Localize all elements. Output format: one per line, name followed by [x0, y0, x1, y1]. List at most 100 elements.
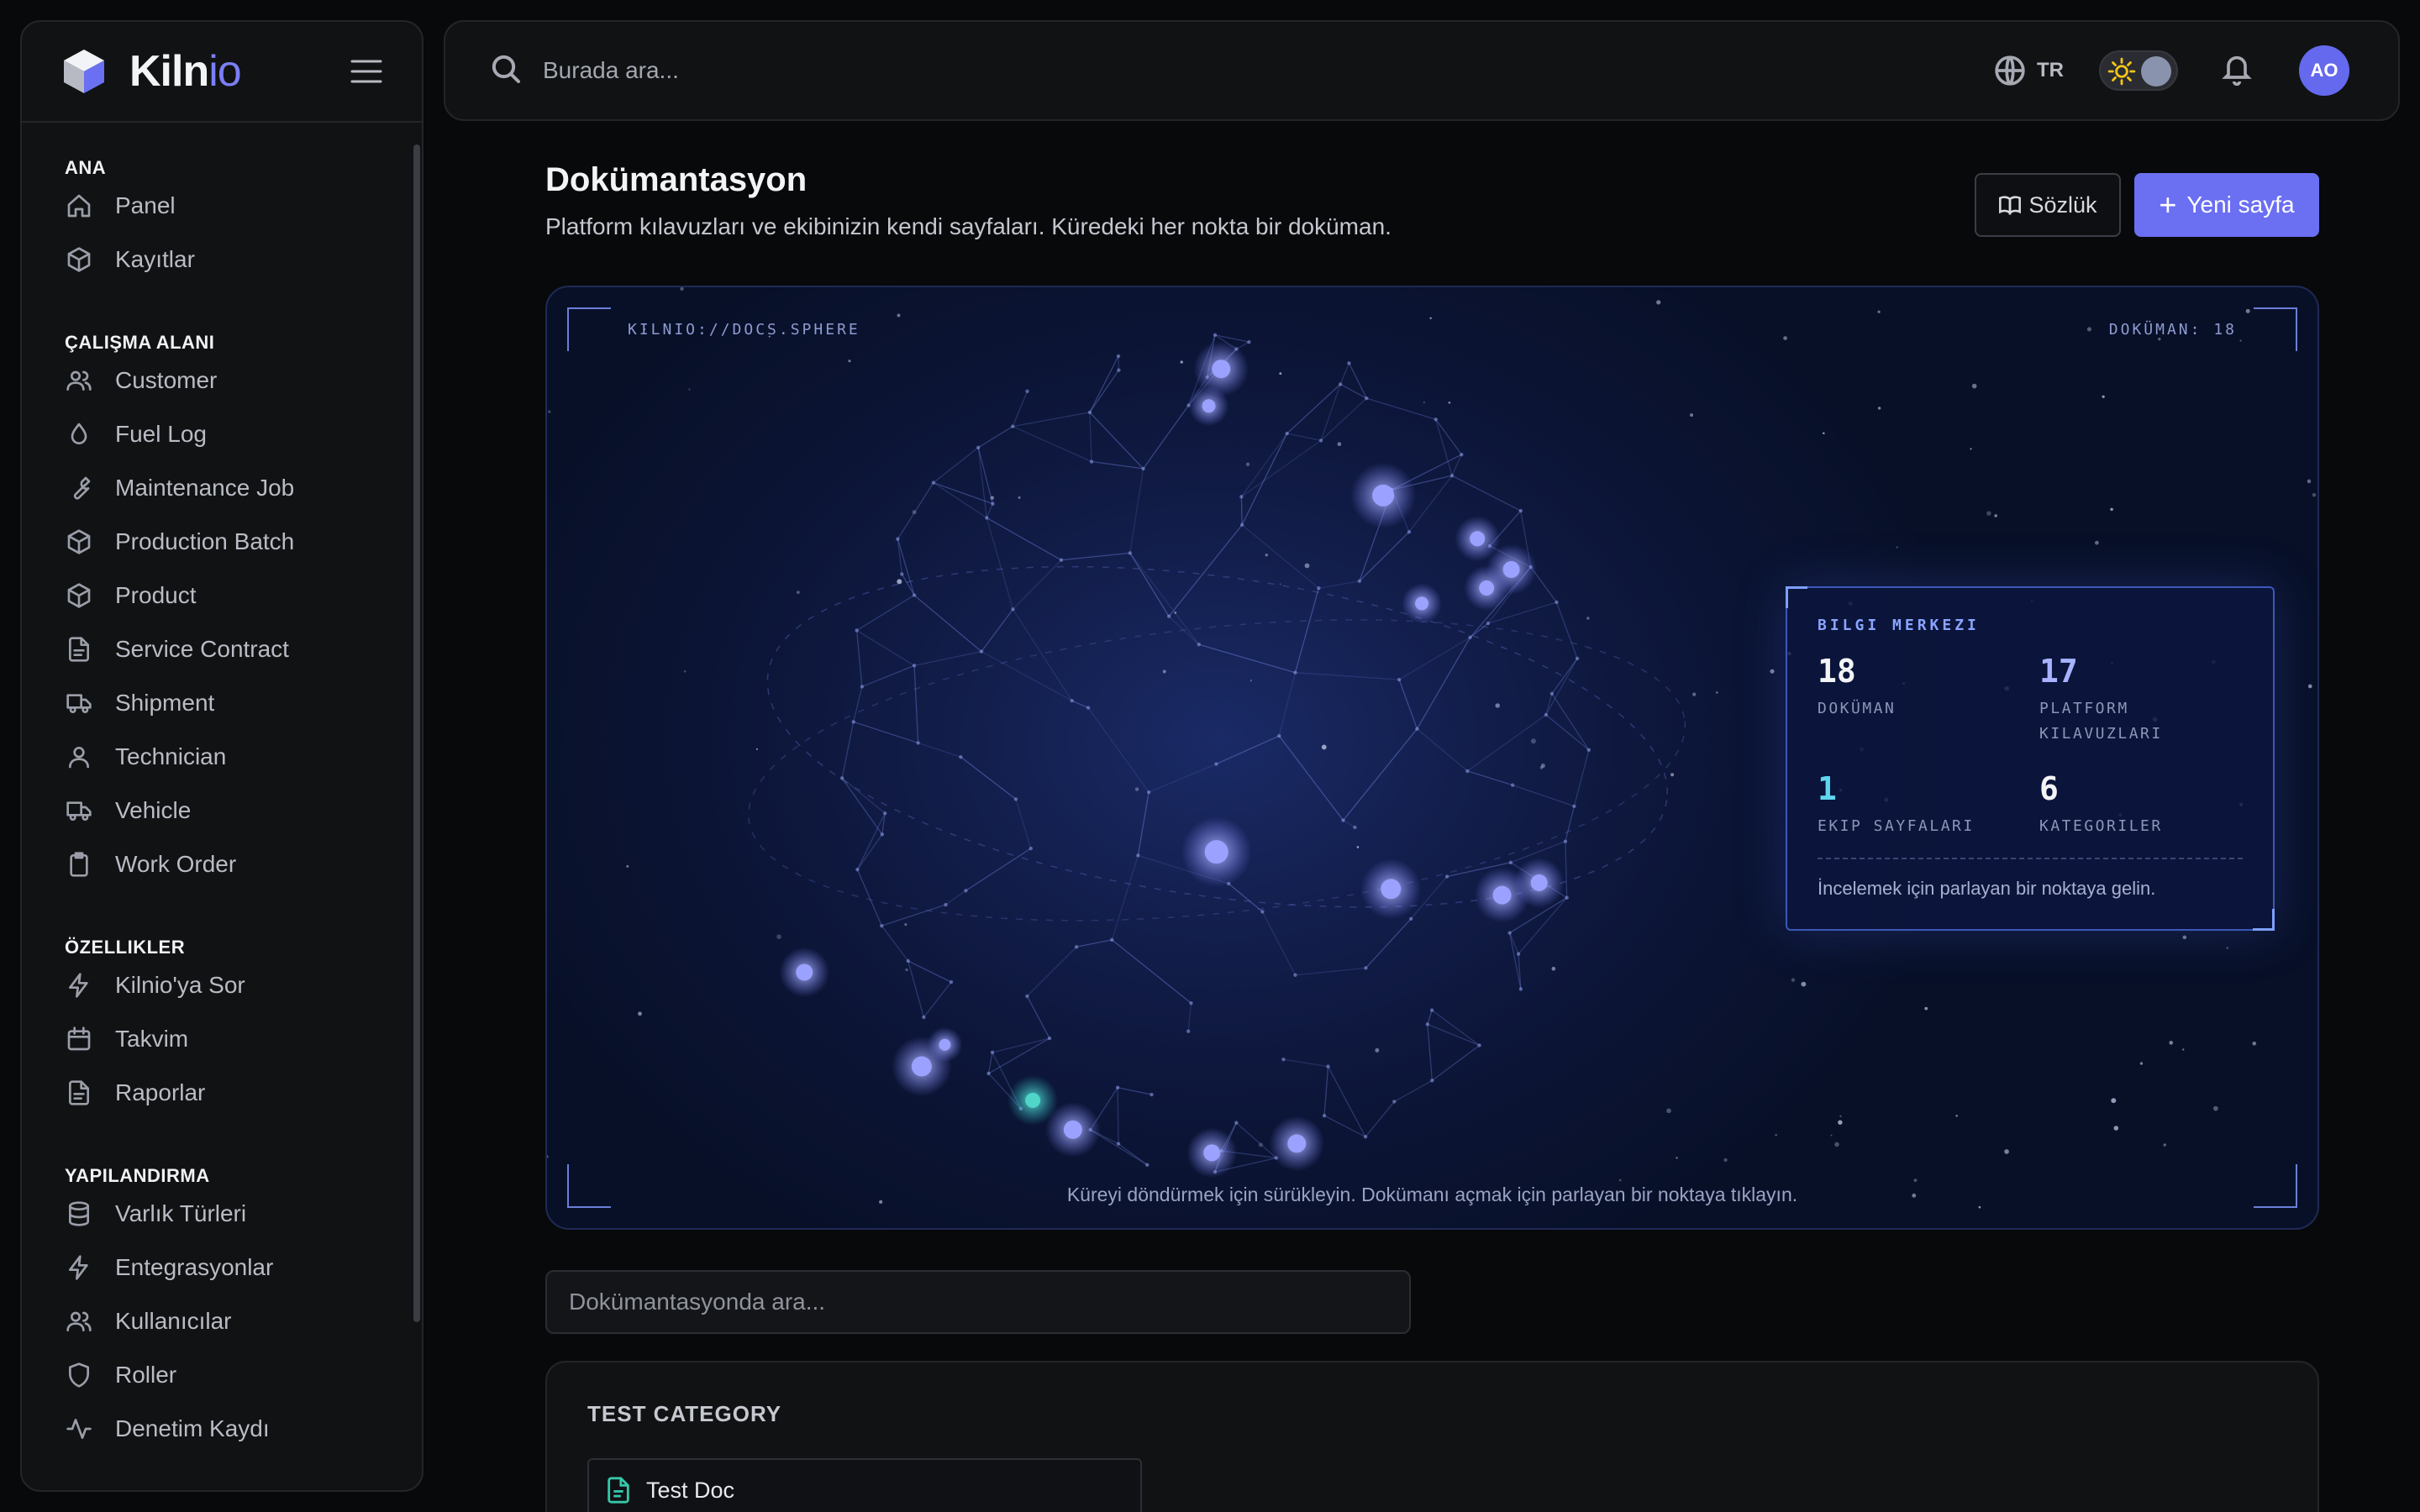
mesh-vertex — [1563, 839, 1568, 843]
star — [1540, 764, 1545, 769]
doc-node — [1470, 531, 1486, 547]
sidebar-item-roller[interactable]: Roller — [65, 1353, 176, 1397]
hamburger-menu-button[interactable] — [348, 53, 385, 90]
mesh-vertex — [1425, 1022, 1430, 1026]
mesh-vertex — [1430, 1079, 1434, 1083]
user-avatar[interactable]: AO — [2299, 45, 2349, 96]
mesh-vertex — [949, 979, 954, 984]
info-stat-value: 1 — [1818, 770, 1837, 807]
star — [1134, 787, 1139, 791]
mesh-vertex — [1239, 495, 1244, 499]
new-page-button[interactable]: + Yeni sayfa — [2134, 173, 2319, 237]
hud-corner-top-left — [567, 307, 611, 351]
mesh-vertex — [1392, 1100, 1397, 1104]
mesh-vertex — [1281, 1058, 1286, 1062]
page-subtitle: Platform kılavuzları ve ekibinizin kendi… — [545, 213, 1392, 239]
star — [848, 360, 851, 363]
info-card-corner — [1786, 586, 1807, 608]
theme-toggle[interactable] — [2099, 50, 2178, 91]
brand-name[interactable]: Kilnio — [129, 46, 242, 97]
box-icon — [65, 528, 93, 556]
sidebar-item-label: Product — [115, 582, 197, 608]
star — [904, 923, 908, 927]
sidebar-item-fuel-log[interactable]: Fuel Log — [65, 412, 207, 456]
star — [1955, 1115, 1958, 1117]
star — [547, 410, 551, 413]
notifications-button[interactable] — [2220, 52, 2254, 90]
mesh-vertex — [882, 811, 887, 816]
star — [796, 591, 800, 595]
sidebar-item-takvim[interactable]: Takvim — [65, 1017, 188, 1061]
sidebar-section-title: ÖZELLIKLER — [65, 937, 186, 958]
category-title: TEST CATEGORY — [587, 1401, 782, 1426]
star — [688, 388, 691, 391]
sidebar-item-shipment[interactable]: Shipment — [65, 681, 214, 725]
sidebar-scrollbar[interactable] — [413, 144, 420, 1322]
star — [680, 287, 684, 291]
star — [2086, 327, 2091, 332]
star — [638, 1011, 642, 1016]
global-search-input[interactable] — [543, 57, 1551, 84]
sidebar-item-label: Kayıtlar — [115, 246, 195, 272]
docs-search-input[interactable] — [545, 1270, 1411, 1334]
new-page-button-label: Yeni sayfa — [2186, 192, 2295, 218]
star — [1180, 360, 1183, 364]
star — [1834, 1142, 1839, 1147]
sidebar-item-maintenance-job[interactable]: Maintenance Job — [65, 466, 294, 510]
doc-item[interactable]: Test Doc — [587, 1458, 1142, 1512]
mesh-vertex — [1136, 853, 1140, 858]
mesh-vertex — [986, 1071, 991, 1076]
doc-node — [1381, 879, 1402, 900]
mesh-vertex — [912, 593, 917, 597]
calendar-icon — [65, 1025, 93, 1053]
star — [905, 968, 908, 972]
mesh-vertex — [1468, 635, 1472, 640]
star — [776, 934, 781, 939]
mesh-vertex — [1407, 530, 1412, 534]
mesh-vertex — [959, 754, 963, 759]
star — [1495, 703, 1500, 708]
sidebar-item-label: Vehicle — [115, 797, 192, 823]
mesh-vertex — [1028, 846, 1033, 851]
sun-icon — [2107, 57, 2136, 86]
mesh-vertex — [1059, 558, 1064, 562]
sidebar-item-kayıtlar[interactable]: Kayıtlar — [65, 238, 195, 281]
sidebar-item-vehicle[interactable]: Vehicle — [65, 789, 191, 832]
sidebar-item-production-batch[interactable]: Production Batch — [65, 520, 294, 564]
sidebar-item-varlık-türleri[interactable]: Varlık Türleri — [65, 1192, 246, 1236]
sidebar-section-title: ÇALIŞMA ALANI — [65, 332, 215, 353]
star — [2163, 1143, 2166, 1147]
mesh-vertex — [1214, 762, 1218, 766]
sidebar-item-customer[interactable]: Customer — [65, 359, 217, 402]
language-switcher[interactable]: TR — [1993, 54, 2064, 87]
doc-node — [1492, 885, 1512, 905]
mesh-vertex — [1025, 994, 1029, 999]
star — [897, 313, 901, 318]
sidebar-item-service-contract[interactable]: Service Contract — [65, 627, 289, 671]
mesh-vertex — [1089, 459, 1094, 464]
star — [2139, 1062, 2144, 1065]
glossary-button[interactable]: Sözlük — [1975, 173, 2121, 237]
docs-sphere-panel[interactable]: KILNIO://DOCS.SPHERE DOKÜMAN: 18 Küreyi … — [545, 286, 2319, 1230]
star — [547, 1155, 549, 1158]
sidebar-item-kilnio-ya-sor[interactable]: Kilnio'ya Sor — [65, 963, 245, 1007]
sidebar-item-raporlar[interactable]: Raporlar — [65, 1071, 205, 1115]
mesh-vertex — [1326, 1064, 1330, 1068]
sidebar-item-denetim-kaydı[interactable]: Denetim Kaydı — [65, 1407, 270, 1451]
sidebar-item-product[interactable]: Product — [65, 574, 197, 617]
sidebar-item-kullanıcılar[interactable]: Kullanıcılar — [65, 1299, 232, 1343]
sidebar-item-label: Customer — [115, 367, 218, 393]
mesh-vertex — [1010, 424, 1015, 428]
sidebar-item-work-order[interactable]: Work Order — [65, 843, 236, 886]
star — [1791, 978, 1796, 982]
sidebar-item-technician[interactable]: Technician — [65, 735, 226, 779]
star — [1830, 1134, 1833, 1137]
bolt-icon — [65, 1253, 93, 1282]
sidebar-item-panel[interactable]: Panel — [65, 184, 176, 228]
star — [2111, 1098, 2117, 1104]
star — [2004, 1149, 2009, 1154]
mesh-vertex — [976, 445, 981, 449]
doc-node — [939, 1038, 951, 1051]
mesh-vertex — [896, 537, 900, 541]
sidebar-item-entegrasyonlar[interactable]: Entegrasyonlar — [65, 1246, 273, 1289]
